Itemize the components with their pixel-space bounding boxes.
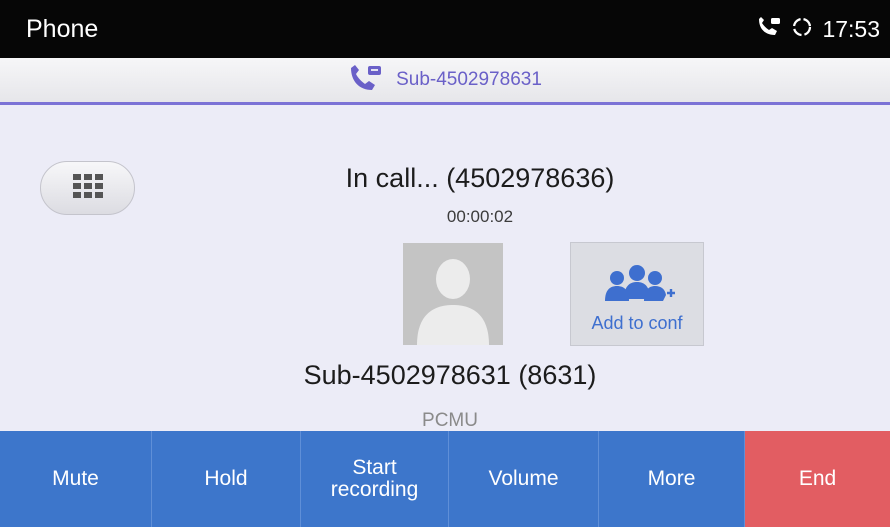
mute-button[interactable]: Mute — [0, 431, 152, 527]
end-call-label: End — [798, 467, 837, 490]
avatar — [403, 243, 503, 345]
volume-label: Volume — [488, 467, 559, 490]
more-button[interactable]: More — [599, 431, 745, 527]
dialpad-icon — [72, 173, 104, 204]
status-indicators: 17:53 — [756, 14, 880, 44]
dialpad-button[interactable] — [40, 161, 135, 215]
end-call-button[interactable]: End — [745, 431, 890, 527]
codec-label: PCMU — [422, 410, 478, 431]
clock: 17:53 — [822, 16, 880, 42]
call-panel: In call... (4502978636) 00:00:02 Add to … — [0, 105, 890, 431]
transfer-call-icon — [348, 63, 384, 98]
sync-icon — [790, 15, 814, 44]
status-bar: Phone 17:53 — [0, 0, 890, 58]
more-label: More — [647, 467, 696, 490]
app-title: Phone — [26, 15, 99, 43]
hold-button[interactable]: Hold — [152, 431, 301, 527]
mute-label: Mute — [52, 467, 99, 490]
person-icon — [417, 259, 489, 345]
call-action-bar: Mute Hold Start recording Volume More En… — [0, 431, 890, 527]
add-to-conference-label: Add to conf — [591, 313, 683, 333]
start-recording-button[interactable]: Start recording — [301, 431, 449, 527]
add-group-icon — [601, 263, 677, 307]
account-header: Sub-4502978631 — [0, 58, 890, 105]
volume-button[interactable]: Volume — [449, 431, 599, 527]
peer-name: Sub-4502978631 (8631) — [303, 360, 597, 390]
start-recording-label: Start recording — [330, 456, 419, 501]
call-status: In call... (4502978636) — [345, 163, 615, 193]
account-label: Sub-4502978631 — [396, 69, 542, 90]
add-to-conference-button[interactable]: Add to conf — [570, 242, 704, 346]
hold-label: Hold — [204, 467, 248, 490]
call-active-icon — [756, 16, 782, 43]
call-timer: 00:00:02 — [446, 207, 514, 226]
